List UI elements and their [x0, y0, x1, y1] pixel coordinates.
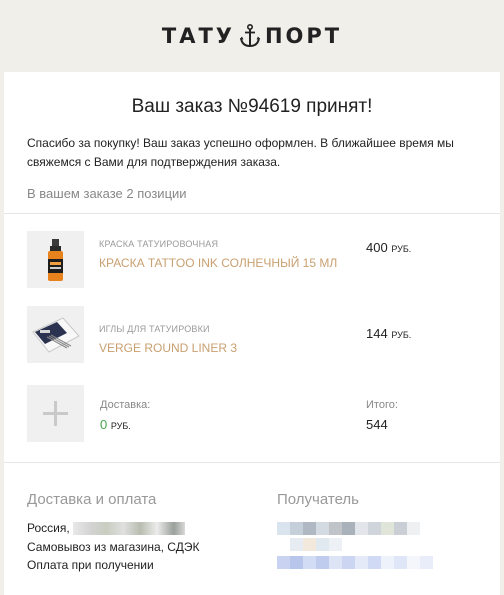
delivery-label: Доставка:: [100, 399, 151, 411]
redacted-recipient-name: [277, 522, 420, 535]
item-price-value: 400: [366, 240, 388, 255]
total-value: 544: [366, 417, 388, 432]
order-card: Ваш заказ №94619 принят! Спасибо за поку…: [4, 72, 500, 595]
item-name-link[interactable]: Краска TATTOO INK СОЛНЕЧНЫЙ 15 мл: [99, 254, 339, 272]
item-price: 144 руб.: [366, 326, 411, 341]
delivery-cost-value: 0: [100, 417, 108, 432]
divider: [4, 213, 500, 214]
redacted-address: [73, 522, 186, 536]
delivery-method: Самовывоз из магазина, СДЭК: [27, 540, 200, 554]
logo[interactable]: ТАТУ ПОРТ: [162, 24, 342, 48]
logo-text-right: ПОРТ: [264, 24, 343, 48]
item-category: Иглы для татуировки: [99, 324, 210, 334]
plus-icon: [27, 385, 84, 442]
order-intro: Спасибо за покупку! Ваш заказ успешно оф…: [27, 136, 454, 169]
divider: [4, 462, 500, 463]
product-image-needles[interactable]: [27, 306, 84, 363]
order-title: Ваш заказ №94619 принят!: [131, 96, 373, 117]
item-price-currency: руб.: [391, 244, 412, 254]
needle-pack-icon: [27, 306, 84, 363]
item-name-link[interactable]: VERGE ROUND LINER 3: [99, 339, 339, 357]
item-price-value: 144: [366, 326, 388, 341]
item-count: В вашем заказе 2 позиции: [27, 186, 187, 201]
payment-method: Оплата при получении: [27, 558, 154, 572]
delivery-address: Россия,: [27, 521, 186, 536]
redacted-recipient-phone: [290, 538, 342, 551]
redacted-recipient-email: [277, 556, 433, 569]
product-image-ink[interactable]: [27, 231, 84, 288]
delivery-cost-currency: руб.: [110, 421, 131, 431]
site-header: ТАТУ ПОРТ: [0, 0, 504, 72]
item-category: Краска татуировочная: [99, 239, 219, 249]
recipient-section-title: Получатель: [277, 491, 359, 508]
delivery-country: Россия,: [27, 521, 70, 535]
anchor-icon: [239, 24, 260, 48]
logo-text-left: ТАТУ: [161, 24, 235, 48]
delivery-cost: 0 руб.: [100, 417, 131, 432]
ink-bottle-icon: [27, 231, 84, 288]
delivery-section-title: Доставка и оплата: [27, 491, 157, 508]
item-price-currency: руб.: [391, 330, 412, 340]
total-label: Итого:: [366, 399, 398, 411]
item-price: 400 руб.: [366, 240, 411, 255]
